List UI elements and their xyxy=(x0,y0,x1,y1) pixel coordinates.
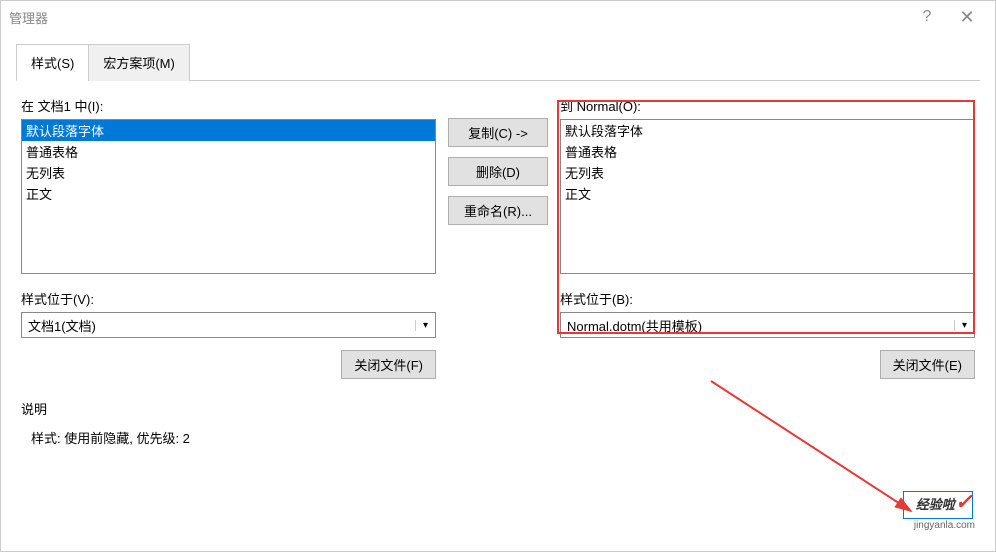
right-location-select[interactable]: Normal.dotm(共用模板) ▾ xyxy=(560,312,975,338)
right-location-label: 样式位于(B): xyxy=(560,289,975,308)
titlebar: 管理器 ? ✕ xyxy=(1,1,995,33)
middle-buttons: 复制(C) -> 删除(D) 重命名(R)... xyxy=(448,96,548,379)
list-item[interactable]: 无列表 xyxy=(22,162,435,183)
list-item[interactable]: 无列表 xyxy=(561,162,974,183)
tab-bar: 样式(S) 宏方案项(M) xyxy=(16,43,980,81)
help-button[interactable]: ? xyxy=(907,8,947,26)
list-item[interactable]: 普通表格 xyxy=(561,141,974,162)
close-file-left-button[interactable]: 关闭文件(F) xyxy=(341,350,436,379)
tab-styles[interactable]: 样式(S) xyxy=(16,44,89,81)
left-location-select[interactable]: 文档1(文档) ▾ xyxy=(21,312,436,338)
check-icon: ✓ xyxy=(955,489,973,514)
right-location-value: Normal.dotm(共用模板) xyxy=(561,316,954,335)
dialog-title: 管理器 xyxy=(9,8,907,27)
close-button[interactable]: ✕ xyxy=(947,7,987,28)
close-file-right-button[interactable]: 关闭文件(E) xyxy=(880,350,975,379)
chevron-down-icon: ▾ xyxy=(954,320,974,331)
watermark: 经验啦✓ jingyanla.com xyxy=(914,491,975,531)
organizer-dialog: 管理器 ? ✕ 样式(S) 宏方案项(M) 在 文档1 中(I): 默认段落字体… xyxy=(0,0,996,552)
right-list-label: 到 Normal(O): xyxy=(560,96,975,115)
content-area: 在 文档1 中(I): 默认段落字体 普通表格 无列表 正文 样式位于(V): … xyxy=(1,81,995,462)
left-list-label: 在 文档1 中(I): xyxy=(21,96,436,115)
list-item[interactable]: 默认段落字体 xyxy=(561,120,974,141)
copy-button[interactable]: 复制(C) -> xyxy=(448,118,548,147)
right-listbox[interactable]: 默认段落字体 普通表格 无列表 正文 xyxy=(560,119,975,274)
left-panel: 在 文档1 中(I): 默认段落字体 普通表格 无列表 正文 样式位于(V): … xyxy=(21,96,436,379)
list-item[interactable]: 正文 xyxy=(561,183,974,204)
delete-button[interactable]: 删除(D) xyxy=(448,157,548,186)
list-item[interactable]: 普通表格 xyxy=(22,141,435,162)
description-label: 说明 xyxy=(21,399,975,418)
left-location-label: 样式位于(V): xyxy=(21,289,436,308)
left-location-value: 文档1(文档) xyxy=(22,316,415,335)
description-text: 样式: 使用前隐藏, 优先级: 2 xyxy=(21,428,975,447)
list-item[interactable]: 默认段落字体 xyxy=(22,120,435,141)
tab-macros[interactable]: 宏方案项(M) xyxy=(88,44,190,81)
list-item[interactable]: 正文 xyxy=(22,183,435,204)
left-listbox[interactable]: 默认段落字体 普通表格 无列表 正文 xyxy=(21,119,436,274)
right-panel: 到 Normal(O): 默认段落字体 普通表格 无列表 正文 样式位于(B):… xyxy=(560,96,975,379)
rename-button[interactable]: 重命名(R)... xyxy=(448,196,548,225)
chevron-down-icon: ▾ xyxy=(415,320,435,331)
